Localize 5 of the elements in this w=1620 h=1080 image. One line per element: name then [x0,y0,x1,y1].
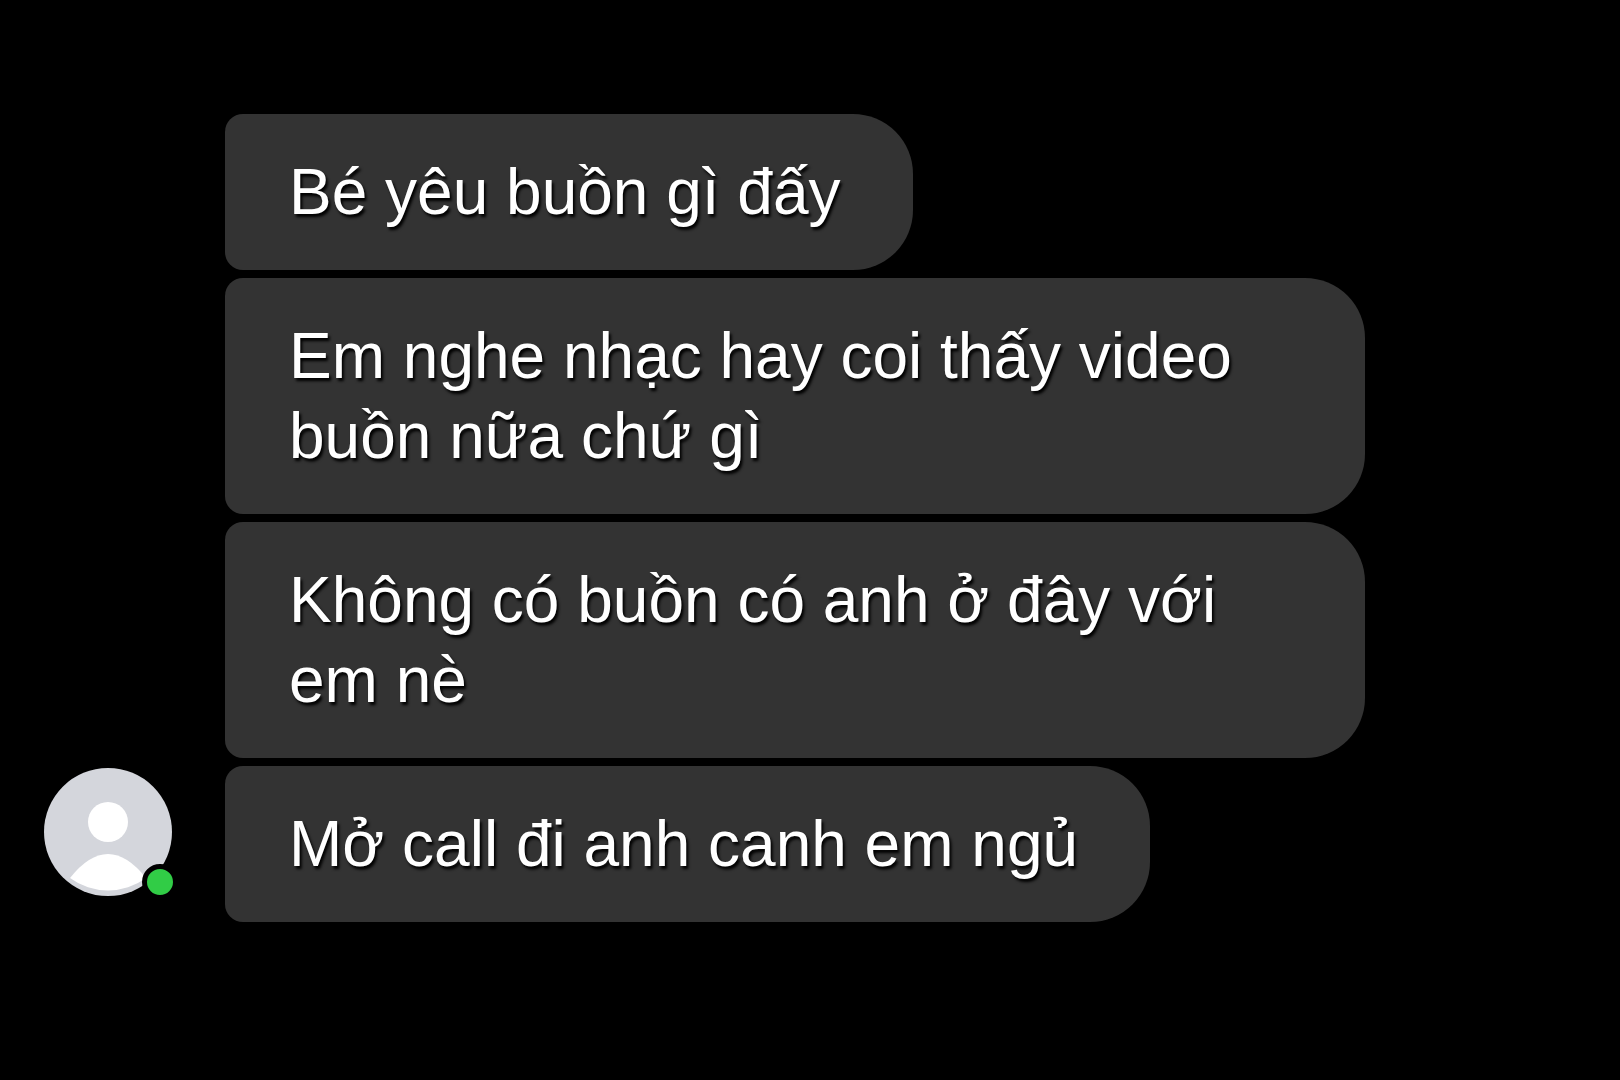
message-bubble: Không có buồn có anh ở đây với em nè [225,522,1365,758]
message-bubble: Em nghe nhạc hay coi thấy video buồn nữa chứ gì [225,278,1365,514]
message-bubble: Mở call đi anh canh em ngủ [225,766,1151,922]
message-bubble: Bé yêu buồn gì đấy [225,114,913,270]
avatar-icon [44,768,172,896]
